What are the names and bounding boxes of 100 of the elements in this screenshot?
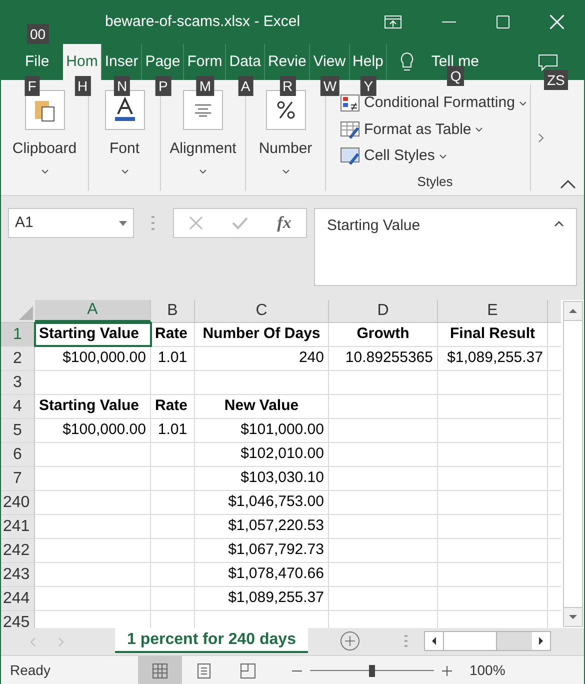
- scroll-left-icon[interactable]: [424, 632, 443, 650]
- table-cell-text: Starting Value: [39, 396, 140, 416]
- align-center-icon: [183, 90, 223, 130]
- keytip: N: [114, 76, 130, 96]
- format-table-icon: [340, 120, 360, 139]
- paste-icon: [24, 90, 64, 130]
- caret-icon: [518, 100, 527, 106]
- conditional-formatting-icon: [340, 94, 360, 112]
- window-title: beware-of-scams.xlsx - Excel: [105, 12, 300, 32]
- table-cell-text: $1,078,470.66: [228, 564, 324, 584]
- collapse-ribbon-icon[interactable]: [560, 180, 576, 189]
- column-header[interactable]: A: [35, 300, 151, 322]
- view-icon: [195, 662, 214, 680]
- keytip: P: [156, 76, 171, 96]
- table-cell-text: Growth: [356, 324, 410, 344]
- table-cell-text: Rate: [155, 396, 188, 416]
- view-icon: [239, 662, 258, 680]
- column-header[interactable]: E: [438, 300, 548, 322]
- table-cell-text: $1,057,220.53: [228, 516, 324, 536]
- row-header[interactable]: 5: [1, 419, 35, 442]
- zoom-in-icon[interactable]: [442, 666, 452, 676]
- keytip: M: [196, 76, 214, 96]
- vertical-scrollbar[interactable]: [563, 301, 583, 627]
- add-sheet-icon[interactable]: [340, 631, 360, 651]
- ribbon-group-button[interactable]: Number: [258, 138, 312, 160]
- table-cell-text: 10.89255365: [345, 348, 433, 368]
- row-header[interactable]: 7: [1, 467, 35, 490]
- table-cell-text: $102,010.00: [240, 444, 324, 464]
- row-header[interactable]: 245: [1, 611, 35, 628]
- table-cell-text: $1,046,753.00: [228, 492, 324, 512]
- insert-function-button[interactable]: fx: [277, 210, 292, 236]
- table-cell-text: $100,000.00: [62, 420, 146, 440]
- caret-icon: [119, 220, 127, 226]
- table-cell-text: Rate: [155, 324, 188, 344]
- table-cell-text: $1,067,792.73: [228, 540, 324, 560]
- maximize-icon[interactable]: [496, 15, 510, 29]
- row-header[interactable]: 4: [1, 395, 35, 418]
- table-cell-text: Number Of Days: [202, 324, 320, 344]
- table-cell-text: $103,030.10: [240, 468, 324, 488]
- zoom-level[interactable]: 100%: [469, 660, 506, 681]
- status-text: Ready: [10, 661, 50, 680]
- table-cell-text: $1,089,255.37: [228, 588, 324, 608]
- drag-handle-icon[interactable]: [404, 634, 408, 648]
- keytip: Q: [447, 66, 464, 86]
- chevron-right-icon[interactable]: [538, 132, 544, 142]
- close-icon[interactable]: [550, 15, 564, 29]
- ribbon-command[interactable]: Cell Styles: [340, 143, 530, 170]
- row-header[interactable]: 242: [1, 539, 35, 562]
- row-header[interactable]: 6: [1, 443, 35, 466]
- zoom-slider-thumb[interactable]: [369, 664, 376, 676]
- ribbon-tab[interactable]: Hom: [63, 44, 102, 80]
- keytip: H: [74, 76, 91, 96]
- caret-icon: [120, 168, 128, 174]
- row-header[interactable]: 1: [1, 323, 35, 346]
- sheet-tab[interactable]: 1 percent for 240 days: [115, 628, 308, 653]
- table-cell-text: $100,000.00: [62, 348, 146, 368]
- caret-icon: [282, 168, 290, 174]
- ribbon-group-button[interactable]: Clipboard: [12, 138, 77, 160]
- ribbon-group-button[interactable]: Alignment: [170, 138, 236, 160]
- caret-icon: [40, 168, 48, 174]
- ribbon-command[interactable]: Format as Table: [340, 116, 530, 143]
- normal-view-button[interactable]: [138, 656, 182, 684]
- row-header[interactable]: 243: [1, 563, 35, 586]
- row-header[interactable]: 2: [1, 347, 35, 370]
- table-cell-text: 1.01: [158, 348, 188, 368]
- row-header[interactable]: 244: [1, 587, 35, 610]
- caret-icon: [438, 154, 447, 159]
- table-cell-text: $101,000.00: [240, 420, 324, 440]
- ribbon-group-button[interactable]: Font: [109, 138, 140, 160]
- ribbon-display-icon[interactable]: [384, 15, 402, 29]
- caret-icon: [475, 127, 484, 132]
- keytip: Y: [360, 76, 376, 96]
- row-header[interactable]: 241: [1, 515, 35, 538]
- formula-field[interactable]: Starting Value: [314, 208, 577, 286]
- font-color-icon: [104, 90, 144, 130]
- cell-styles-icon: [340, 147, 360, 166]
- table-cell-text: Final Result: [450, 324, 535, 344]
- column-header[interactable]: D: [329, 300, 438, 322]
- horizontal-scrollbar[interactable]: [424, 631, 551, 651]
- row-header[interactable]: 3: [1, 371, 35, 394]
- column-header[interactable]: C: [195, 300, 329, 322]
- group-label: Styles: [417, 172, 453, 191]
- caret-icon: [199, 168, 207, 174]
- scroll-thumb[interactable]: [442, 632, 497, 650]
- scroll-right-icon[interactable]: [532, 632, 550, 650]
- collapse-formula-icon[interactable]: [554, 221, 564, 227]
- row-header[interactable]: 240: [1, 491, 35, 514]
- comments-icon[interactable]: [538, 54, 558, 72]
- keytip: W: [320, 76, 340, 96]
- table-cell-text: Starting Value: [39, 324, 140, 344]
- percent-icon: [266, 90, 306, 130]
- view-icon: [151, 662, 170, 680]
- table-cell-text: New Value: [224, 396, 299, 416]
- column-header[interactable]: B: [151, 300, 195, 322]
- name-box[interactable]: A1: [8, 208, 134, 238]
- table-cell-text: 1.01: [158, 420, 188, 440]
- table-cell-text: 240: [298, 348, 324, 368]
- drag-handle-icon[interactable]: [151, 215, 155, 231]
- keytip: ZS: [544, 70, 568, 90]
- check-icon[interactable]: [232, 216, 248, 230]
